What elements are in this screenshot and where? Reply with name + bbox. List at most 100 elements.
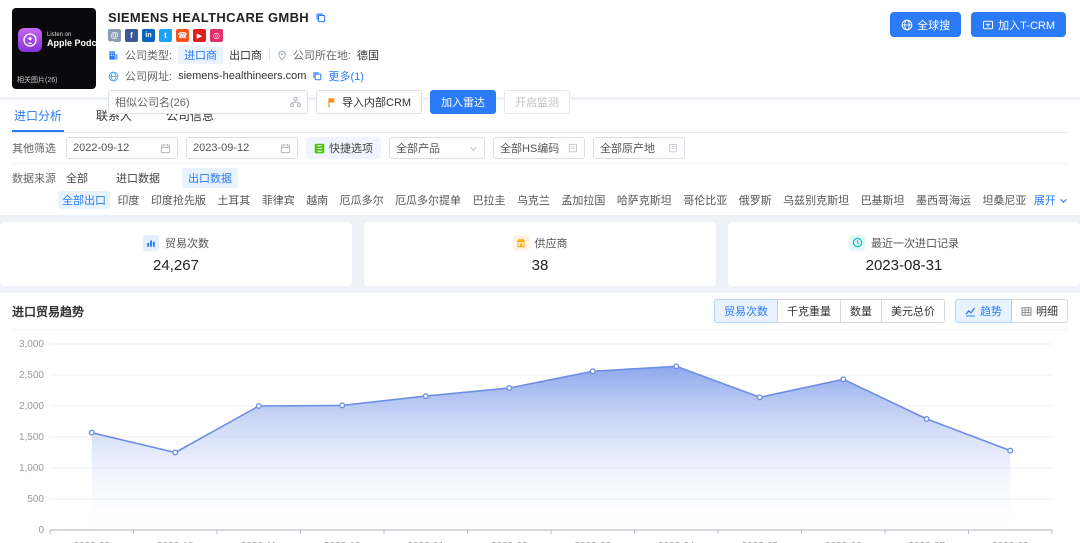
region-tab[interactable]: 哥伦比亚 (679, 191, 731, 209)
youtube-icon[interactable]: ▶ (193, 29, 206, 42)
clock-icon (849, 235, 865, 251)
location-pin-icon (277, 50, 287, 61)
other-filters-label: 其他筛选 (12, 140, 56, 156)
stats-row: 贸易次数 24,267 供应商 38 最近一次进口记录 2023-08-31 (0, 222, 1080, 286)
region-tab[interactable]: 孟加拉国 (557, 191, 609, 209)
hs-code-select[interactable]: 全部HS编码 (493, 137, 585, 159)
svg-text:1,500: 1,500 (19, 432, 44, 443)
region-tab[interactable]: 印度 (113, 191, 143, 209)
region-tab[interactable]: 菲律宾 (258, 191, 299, 209)
region-tab[interactable]: 厄瓜多尔 (336, 191, 388, 209)
more-link[interactable]: 更多(1) (328, 68, 363, 84)
social-icons: @ f in t ☎ ▶ ◎ (108, 29, 570, 42)
bar-chart-icon (143, 235, 159, 251)
region-tab[interactable]: 墨西哥海运 (912, 191, 975, 209)
tab-import-analysis[interactable]: 进口分析 (12, 100, 64, 132)
start-monitor-button[interactable]: 开启监测 (504, 90, 570, 114)
company-type-label: 公司类型: (125, 47, 172, 63)
instagram-icon[interactable]: ◎ (210, 29, 223, 42)
phone-icon[interactable]: ☎ (176, 29, 189, 42)
view-trend[interactable]: 趋势 (955, 299, 1012, 323)
related-images-label[interactable]: 相关图片(26) (17, 75, 57, 85)
product-select[interactable]: 全部产品 (389, 137, 485, 159)
org-icon (290, 97, 301, 108)
expand-link[interactable]: 展开 (1034, 192, 1068, 208)
trend-chart-panel: 进口贸易趋势 贸易次数 千克重量 数量 美元总价 趋势 明细 05001,000… (0, 293, 1080, 543)
line-chart-icon (965, 306, 976, 317)
analysis-panel: 进口分析 联系人 公司信息 其他筛选 快捷选项 全部产品 全部HS编码 全部原产… (0, 100, 1080, 215)
similar-company-input[interactable] (108, 90, 308, 114)
copy-icon[interactable] (315, 12, 326, 23)
svg-text:1,000: 1,000 (19, 463, 44, 474)
metric-usd-total[interactable]: 美元总价 (881, 299, 945, 323)
source-option-export[interactable]: 出口数据 (182, 168, 238, 188)
metric-quantity[interactable]: 数量 (840, 299, 882, 323)
building-icon (108, 50, 119, 61)
company-type-exporter[interactable]: 出口商 (229, 47, 262, 63)
stat-label: 最近一次进口记录 (871, 235, 959, 251)
source-option-import[interactable]: 进口数据 (110, 168, 166, 188)
region-tab[interactable]: 乌兹别克斯坦 (779, 191, 853, 209)
source-option-all[interactable]: 全部 (60, 168, 94, 188)
stat-value: 24,267 (153, 257, 199, 274)
chevron-down-icon (469, 144, 478, 153)
copy-url-icon[interactable] (312, 71, 322, 81)
stat-card-suppliers: 供应商 38 (364, 222, 716, 286)
company-type-importer[interactable]: 进口商 (178, 46, 223, 64)
region-tab[interactable]: 俄罗斯 (735, 191, 776, 209)
import-crm-button[interactable]: 导入内部CRM (316, 90, 422, 114)
date-to-picker[interactable] (186, 137, 298, 159)
company-header: Listen on Apple Podcasts 相关图片(26) SIEMEN… (0, 0, 1080, 97)
region-tab[interactable]: 土耳其 (213, 191, 254, 209)
region-tab[interactable]: 印度抢先版 (147, 191, 210, 209)
stat-label: 供应商 (535, 235, 568, 251)
svg-text:0: 0 (38, 525, 44, 536)
list-icon (568, 143, 578, 153)
import-trend-area-chart[interactable]: 05001,0001,5002,0002,5003,0002022-092022… (12, 332, 1068, 543)
twitter-icon[interactable]: t (159, 29, 172, 42)
global-search-button[interactable]: 全球搜 (890, 12, 961, 37)
filter-row: 其他筛选 快捷选项 全部产品 全部HS编码 全部原产地 (12, 133, 1068, 164)
logo-text-large: Apple Podcasts (47, 38, 115, 48)
join-tcrm-button[interactable]: 加入T-CRM (971, 12, 1066, 37)
view-detail[interactable]: 明细 (1011, 299, 1068, 323)
location-value: 德国 (357, 47, 379, 63)
location-label: 公司所在地: (293, 47, 351, 63)
region-tab[interactable]: 巴基斯坦 (857, 191, 909, 209)
region-tab[interactable]: 厄瓜多尔提单 (391, 191, 465, 209)
region-tab[interactable]: 巴拉圭 (469, 191, 510, 209)
region-tabs: 全部出口 印度 印度抢先版 土耳其 菲律宾 越南 厄瓜多尔 厄瓜多尔提单 巴拉圭… (12, 189, 1068, 211)
region-tab[interactable]: 越南 (302, 191, 332, 209)
linkedin-icon[interactable]: in (142, 29, 155, 42)
list-icon (668, 143, 678, 153)
stat-value: 2023-08-31 (866, 257, 943, 274)
date-from-picker[interactable] (66, 137, 178, 159)
date-to-input[interactable] (193, 142, 273, 154)
similar-company-field[interactable] (115, 96, 275, 108)
facebook-icon[interactable]: f (125, 29, 138, 42)
region-tab[interactable]: 乌克兰 (513, 191, 554, 209)
website-label: 公司网址: (125, 68, 172, 84)
stat-label: 贸易次数 (165, 235, 209, 251)
company-logo: Listen on Apple Podcasts 相关图片(26) (12, 8, 96, 89)
globe-icon (108, 71, 119, 82)
metric-trade-count[interactable]: 贸易次数 (714, 299, 778, 323)
data-source-row: 数据来源 全部 进口数据 出口数据 (12, 166, 1068, 189)
metric-kg-weight[interactable]: 千克重量 (777, 299, 841, 323)
quick-options-button[interactable]: 快捷选项 (306, 137, 381, 159)
region-tab-all-export[interactable]: 全部出口 (58, 191, 110, 209)
grid-icon (314, 143, 325, 154)
region-tab[interactable]: 哈萨克斯坦 (613, 191, 676, 209)
stat-value: 38 (532, 257, 549, 274)
region-tab[interactable]: 坦桑尼亚 (978, 191, 1030, 209)
stat-card-last-import: 最近一次进口记录 2023-08-31 (728, 222, 1080, 286)
website-value[interactable]: siemens-healthineers.com (178, 70, 306, 82)
divider: | (268, 49, 271, 61)
add-radar-button[interactable]: 加入雷达 (430, 90, 496, 114)
metric-switcher: 贸易次数 千克重量 数量 美元总价 (714, 299, 945, 323)
date-from-input[interactable] (73, 142, 153, 154)
svg-text:500: 500 (27, 494, 44, 505)
svg-text:3,000: 3,000 (19, 339, 44, 350)
company-name: SIEMENS HEALTHCARE GMBH (108, 10, 309, 25)
origin-select[interactable]: 全部原产地 (593, 137, 685, 159)
